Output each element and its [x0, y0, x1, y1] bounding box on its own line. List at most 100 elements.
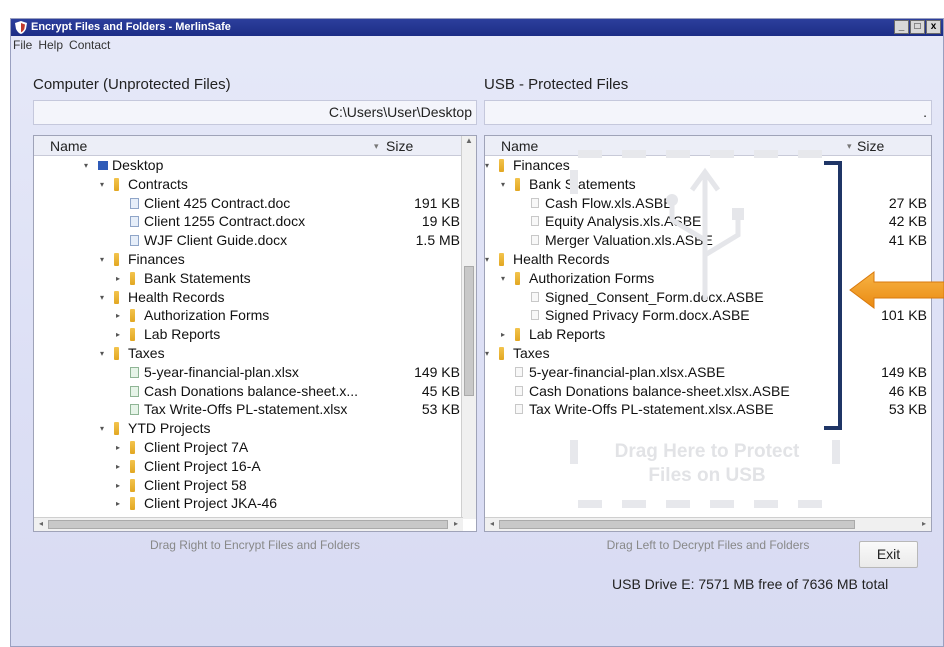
tree-row[interactable]: Cash Donations balance-sheet.xlsx.ASBE 46…: [485, 382, 931, 401]
expand-closed-icon[interactable]: ▸: [116, 438, 120, 457]
scroll-left-icon[interactable]: ◂: [487, 519, 497, 528]
tree-row[interactable]: Cash Donations balance-sheet.x... 45 KB: [34, 382, 476, 401]
close-button[interactable]: x: [926, 20, 941, 34]
tree-row[interactable]: ▸ Bank Statements: [34, 269, 476, 288]
tree-row[interactable]: ▸ Lab Reports: [34, 325, 476, 344]
tree-row[interactable]: ▸ Client Project JKA-46: [34, 494, 476, 513]
tree-row-label: 5-year-financial-plan.xlsx.ASBE: [529, 363, 726, 380]
left-hscroll-thumb[interactable]: [48, 520, 448, 529]
tree-row-label: Taxes: [128, 345, 165, 361]
tree-row[interactable]: ▾ YTD Projects: [34, 419, 476, 438]
expand-open-icon[interactable]: ▾: [100, 419, 104, 438]
tree-row-label: Merger Valuation.xls.ASBE: [545, 232, 713, 249]
expand-open-icon[interactable]: ▾: [485, 250, 489, 269]
tree-row[interactable]: 5-year-financial-plan.xlsx 149 KB: [34, 363, 476, 382]
tree-row-label: Cash Donations balance-sheet.xlsx.ASBE: [529, 382, 790, 399]
maximize-button[interactable]: □: [910, 20, 925, 34]
expand-open-icon[interactable]: ▾: [100, 250, 104, 269]
tree-row-label: Client Project 58: [144, 476, 247, 493]
expand-open-icon[interactable]: ▾: [485, 156, 489, 175]
tree-row-label: YTD Projects: [128, 420, 211, 437]
tree-row-label: Signed_Consent_Form.docx.ASBE: [545, 288, 764, 305]
right-list-header: Name ▾ Size: [485, 136, 931, 156]
tree-row[interactable]: ▸ Client Project 7A: [34, 438, 476, 457]
scroll-right-icon[interactable]: ▸: [919, 519, 929, 528]
tree-row-label: Client Project 16-A: [144, 457, 261, 474]
tree-row-label: Lab Reports: [529, 326, 606, 343]
tree-row[interactable]: Client 425 Contract.doc 191 KB: [34, 194, 476, 213]
scroll-up-icon[interactable]: ▲: [462, 136, 476, 145]
expand-closed-icon[interactable]: ▸: [116, 494, 120, 513]
tree-row[interactable]: ▾ Taxes: [485, 344, 931, 363]
tree-row[interactable]: ▾ Contracts: [34, 175, 476, 194]
tree-row[interactable]: ▾ Finances: [485, 156, 931, 175]
left-path-bar[interactable]: C:\Users\User\Desktop: [33, 100, 477, 125]
tree-row[interactable]: ▾ Taxes: [34, 344, 476, 363]
tree-row[interactable]: ▸ Authorization Forms: [34, 306, 476, 325]
expand-open-icon[interactable]: ▾: [100, 175, 104, 194]
tree-row-size: 45 KB: [421, 382, 460, 399]
right-name-column-header[interactable]: Name: [501, 136, 538, 156]
expand-closed-icon[interactable]: ▸: [116, 457, 120, 476]
tree-row[interactable]: Equity Analysis.xls.ASBE 42 KB: [485, 212, 931, 231]
docx-file-icon: [130, 235, 139, 247]
expand-open-icon[interactable]: ▾: [501, 269, 505, 288]
expand-closed-icon[interactable]: ▸: [501, 325, 505, 344]
tree-row[interactable]: Merger Valuation.xls.ASBE 41 KB: [485, 231, 931, 250]
right-hscroll-thumb[interactable]: [499, 520, 855, 529]
folder-icon: [130, 478, 135, 492]
menu-file[interactable]: File: [13, 38, 32, 54]
asbe-file-icon: [515, 366, 523, 377]
tree-row[interactable]: Tax Write-Offs PL-statement.xlsx 53 KB: [34, 400, 476, 419]
scroll-left-icon[interactable]: ◂: [36, 519, 46, 528]
tree-row[interactable]: ▸ Lab Reports: [485, 325, 931, 344]
right-size-column-header[interactable]: Size: [857, 136, 884, 156]
tree-row-label: Equity Analysis.xls.ASBE: [545, 213, 702, 230]
tree-row[interactable]: Tax Write-Offs PL-statement.xlsx.ASBE 53 …: [485, 400, 931, 419]
expand-closed-icon[interactable]: ▸: [116, 269, 120, 288]
expand-open-icon[interactable]: ▾: [100, 288, 104, 307]
right-horizontal-scrollbar[interactable]: ◂ ▸: [485, 517, 931, 531]
right-path-bar[interactable]: .: [484, 100, 932, 125]
tree-row[interactable]: ▸ Client Project 58: [34, 476, 476, 495]
menu-help[interactable]: Help: [38, 38, 63, 54]
tree-row-label: Cash Donations balance-sheet.x...: [144, 382, 359, 399]
expand-closed-icon[interactable]: ▸: [116, 306, 120, 325]
window-title: Encrypt Files and Folders - MerlinSafe: [31, 21, 231, 33]
expand-open-icon[interactable]: ▾: [485, 344, 489, 363]
minimize-button[interactable]: _: [894, 20, 909, 34]
asbe-file-icon: [515, 404, 523, 415]
expand-closed-icon[interactable]: ▸: [116, 476, 120, 495]
exit-button[interactable]: Exit: [859, 541, 918, 568]
tree-row[interactable]: Cash Flow.xls.ASBE 27 KB: [485, 194, 931, 213]
tree-row[interactable]: ▾ Desktop: [34, 156, 476, 175]
left-name-column-header[interactable]: Name: [50, 136, 87, 156]
folder-icon: [515, 271, 520, 285]
tree-row[interactable]: ▾ Health Records: [485, 250, 931, 269]
tree-row[interactable]: ▾ Health Records: [34, 288, 476, 307]
menu-contact[interactable]: Contact: [69, 38, 110, 54]
tree-row[interactable]: Client 1255 Contract.docx 19 KB: [34, 212, 476, 231]
left-horizontal-scrollbar[interactable]: ◂ ▸: [34, 517, 463, 531]
tree-row[interactable]: WJF Client Guide.docx 1.5 MB: [34, 231, 476, 250]
tree-row[interactable]: ▾ Bank Statements: [485, 175, 931, 194]
tree-row[interactable]: 5-year-financial-plan.xlsx.ASBE 149 KB: [485, 363, 931, 382]
title-bar[interactable]: Encrypt Files and Folders - MerlinSafe _…: [11, 19, 943, 36]
expand-open-icon[interactable]: ▾: [100, 344, 104, 363]
left-size-column-header[interactable]: Size: [386, 136, 413, 156]
left-vertical-scrollbar[interactable]: ▲: [461, 136, 476, 519]
expand-closed-icon[interactable]: ▸: [116, 325, 120, 344]
left-vscroll-thumb[interactable]: [464, 266, 474, 396]
left-file-list[interactable]: Name ▾ Size ▾ Desktop ▾ Contracts Client 425…: [33, 135, 477, 532]
folder-icon: [130, 497, 135, 511]
scroll-right-icon[interactable]: ▸: [451, 519, 461, 528]
tree-row-label: Client Project JKA-46: [144, 495, 278, 512]
folder-icon: [499, 253, 504, 266]
expand-open-icon[interactable]: ▾: [501, 175, 505, 194]
xlsx-file-icon: [130, 404, 139, 416]
asbe-file-icon: [531, 291, 539, 302]
expand-open-icon[interactable]: ▾: [84, 156, 88, 175]
tree-row[interactable]: ▸ Client Project 16-A: [34, 457, 476, 476]
tree-row-label: Contracts: [128, 175, 188, 192]
tree-row[interactable]: ▾ Finances: [34, 250, 476, 269]
